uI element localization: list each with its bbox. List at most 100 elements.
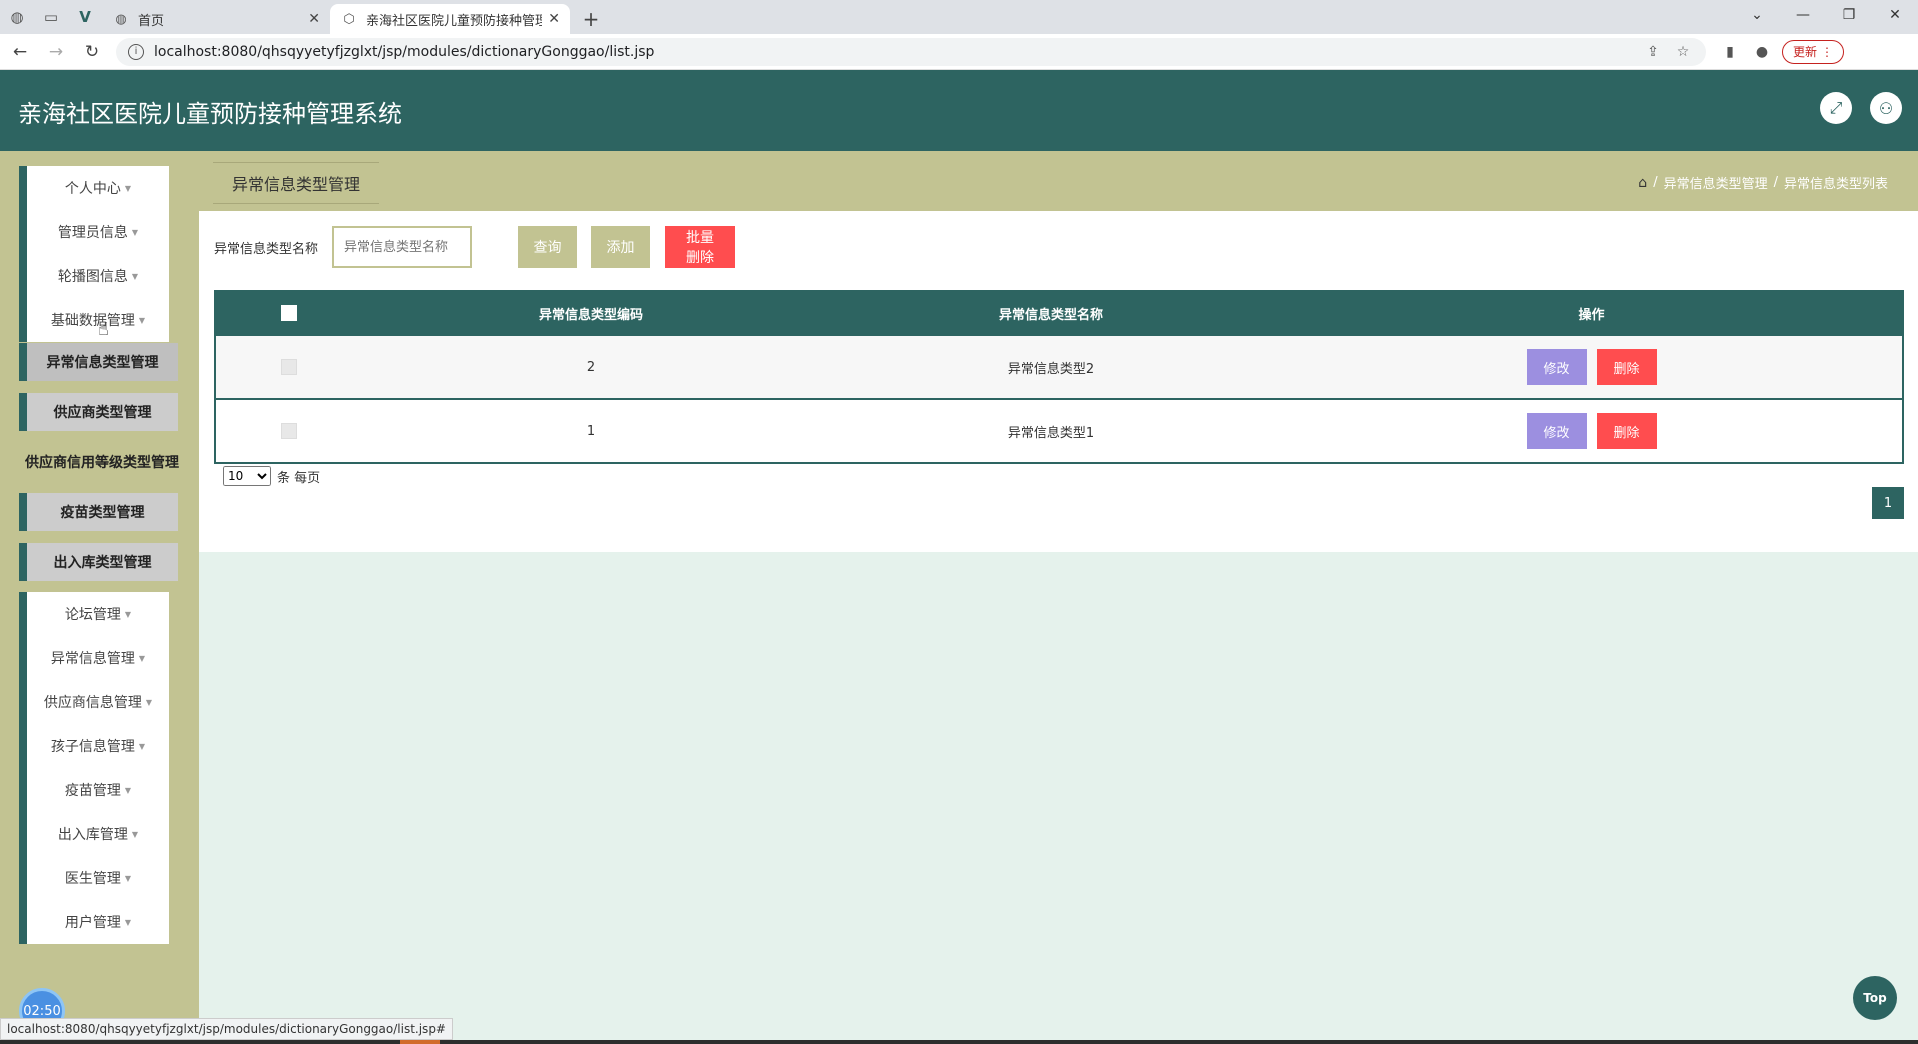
breadcrumb-separator: /: [1773, 175, 1778, 190]
breadcrumb-separator: /: [1653, 175, 1658, 190]
cell-name: 异常信息类型2: [1007, 361, 1095, 377]
globe-icon: ◍: [10, 8, 24, 26]
browser-tab-home[interactable]: ◍ 首页 ✕: [102, 4, 330, 34]
browser-toolbar: ← → ↻ i localhost:8080/qhsqyyetyfjzglxt/…: [0, 34, 1918, 70]
reload-button[interactable]: ↻: [76, 36, 108, 68]
expand-icon: ⤢: [1829, 98, 1843, 117]
status-url: localhost:8080/qhsqyyetyfjzglxt/jsp/modu…: [0, 1018, 453, 1040]
caret-down-icon: ▼: [124, 917, 132, 927]
info-icon[interactable]: i: [128, 43, 144, 60]
tab-pinned-1[interactable]: ◍: [0, 0, 34, 34]
sidebar-item-doctor[interactable]: 医生管理 ▼: [27, 856, 169, 900]
caret-down-icon: ▼: [138, 653, 146, 663]
row-checkbox[interactable]: [280, 423, 297, 439]
star-icon[interactable]: ☆: [1668, 44, 1698, 60]
sidebar-item-label: 基础数据管理: [50, 313, 135, 329]
sidebar-item-forum[interactable]: 论坛管理 ▼: [27, 592, 169, 636]
breadcrumb-item[interactable]: 异常信息类型管理: [1664, 173, 1768, 192]
sidebar-item-label: 出入库管理: [57, 827, 128, 843]
sidebar-item-supplier[interactable]: 供应商信息管理 ▼: [27, 680, 169, 724]
select-all-checkbox[interactable]: [280, 305, 297, 321]
search-form: 异常信息类型名称 查询 添加 批量删除: [214, 226, 736, 268]
share-icon[interactable]: ⇪: [1638, 44, 1668, 60]
sidebar-subitem-label: 出入库类型管理: [53, 555, 152, 571]
tab-pinned-3[interactable]: V: [68, 0, 102, 34]
delete-button[interactable]: 删除: [1596, 413, 1657, 449]
query-button[interactable]: 查询: [518, 226, 578, 268]
cell-code: 1: [586, 423, 596, 439]
back-button[interactable]: ←: [4, 36, 36, 68]
row-checkbox[interactable]: [280, 359, 297, 375]
close-window-icon[interactable]: ✕: [1872, 0, 1918, 30]
delete-button[interactable]: 删除: [1596, 349, 1657, 385]
new-tab-button[interactable]: +: [576, 4, 606, 34]
search-input[interactable]: [332, 226, 473, 268]
column-header-name: 异常信息类型名称: [998, 307, 1103, 323]
minimize-icon[interactable]: —: [1780, 0, 1826, 30]
search-label: 异常信息类型名称: [214, 241, 319, 257]
content-background: [199, 552, 1918, 1044]
sidebar-item-user[interactable]: 用户管理 ▼: [27, 900, 169, 944]
update-label: 更新: [1793, 45, 1818, 59]
edit-button[interactable]: 修改: [1526, 413, 1587, 449]
app-title: 亲海社区医院儿童预防接种管理系统: [18, 100, 402, 128]
column-header-code: 异常信息类型编码: [538, 307, 643, 323]
table-row: 2 异常信息类型2 修改 删除: [216, 334, 1902, 398]
pagination-page-button[interactable]: 1: [1872, 487, 1904, 519]
sidebar-subitem-credit-type[interactable]: 供应商信用等级类型管理: [25, 443, 205, 481]
add-button[interactable]: 添加: [591, 226, 651, 268]
back-to-top-button[interactable]: Top: [1853, 976, 1897, 1020]
edit-button[interactable]: 修改: [1526, 349, 1587, 385]
user-button[interactable]: ⚇: [1870, 92, 1902, 124]
sidebar-item-child[interactable]: 孩子信息管理 ▼: [27, 724, 169, 768]
per-page-label: 条 每页: [277, 470, 321, 486]
sidebar-item-carousel[interactable]: 轮播图信息 ▼: [27, 254, 169, 298]
close-icon[interactable]: ✕: [548, 11, 560, 27]
sidebar-item-admin-info[interactable]: 管理员信息 ▼: [27, 210, 169, 254]
tab-pinned-2[interactable]: ▭: [34, 0, 68, 34]
taskbar-accent: [400, 1040, 440, 1044]
sidebar-subitem-label: 供应商信用等级类型管理: [25, 455, 179, 471]
sidebar-subitem-stock-type[interactable]: 出入库类型管理: [19, 543, 178, 581]
restore-icon[interactable]: ❐: [1826, 0, 1872, 30]
tab-search-icon[interactable]: ⌄: [1734, 0, 1780, 30]
table-row: 1 异常信息类型1 修改 删除: [216, 398, 1902, 462]
sidepanel-icon[interactable]: ▮: [1714, 44, 1746, 60]
browser-tab-active[interactable]: ⬡ 亲海社区医院儿童预防接种管理系统 ✕: [330, 4, 570, 34]
page-size-select[interactable]: 10: [223, 466, 271, 486]
address-bar[interactable]: i localhost:8080/qhsqyyetyfjzglxt/jsp/mo…: [116, 37, 1706, 66]
sidebar-item-exception[interactable]: 异常信息管理 ▼: [27, 636, 169, 680]
sidebar-item-personal-center[interactable]: 个人中心 ▼: [27, 166, 169, 210]
sidebar-submenu-base-data: 异常信息类型管理 供应商类型管理 供应商信用等级类型管理 疫苗类型管理 出入库类…: [19, 343, 179, 593]
fullscreen-button[interactable]: ⤢: [1820, 92, 1852, 124]
sidebar-item-stock[interactable]: 出入库管理 ▼: [27, 812, 169, 856]
page-title: 异常信息类型管理: [213, 162, 379, 204]
sidebar-item-label: 个人中心: [64, 181, 121, 197]
sidebar-subitem-supplier-type[interactable]: 供应商类型管理: [19, 393, 178, 431]
vue-logo-icon: V: [79, 8, 91, 26]
batch-delete-button[interactable]: 批量删除: [665, 226, 736, 268]
hand-cursor-icon: ☝: [98, 319, 109, 340]
caret-down-icon: ▼: [124, 183, 132, 193]
caret-down-icon: ▼: [131, 271, 139, 281]
breadcrumb: ⌂ / 异常信息类型管理 / 异常信息类型列表: [1638, 173, 1888, 193]
app-header: 亲海社区医院儿童预防接种管理系统 ⤢ ⚇: [0, 70, 1918, 151]
sidebar-subitem-vaccine-type[interactable]: 疫苗类型管理: [19, 493, 178, 531]
caret-down-icon: ▼: [124, 873, 132, 883]
close-icon[interactable]: ✕: [308, 11, 320, 27]
sidebar-item-label: 异常信息管理: [50, 651, 135, 667]
caret-down-icon: ▼: [124, 785, 132, 795]
tab-title: 首页: [138, 13, 165, 29]
home-icon[interactable]: ⌂: [1638, 175, 1647, 191]
profile-icon[interactable]: ●: [1746, 44, 1778, 60]
sidebar-item-label: 轮播图信息: [57, 269, 128, 285]
table-header: 异常信息类型编码 异常信息类型名称 操作: [216, 292, 1902, 334]
data-table: 异常信息类型编码 异常信息类型名称 操作 2 异常信息类型2 修改 删除 1 异…: [214, 290, 1904, 464]
forward-button[interactable]: →: [40, 36, 72, 68]
sidebar-item-vaccine[interactable]: 疫苗管理 ▼: [27, 768, 169, 812]
sidebar-subitem-exception-type[interactable]: 异常信息类型管理: [19, 343, 178, 381]
column-header-op: 操作: [1578, 307, 1605, 323]
caret-down-icon: ▼: [131, 227, 139, 237]
caret-down-icon: ▼: [138, 315, 146, 325]
update-button[interactable]: 更新 ⋮: [1782, 39, 1845, 64]
